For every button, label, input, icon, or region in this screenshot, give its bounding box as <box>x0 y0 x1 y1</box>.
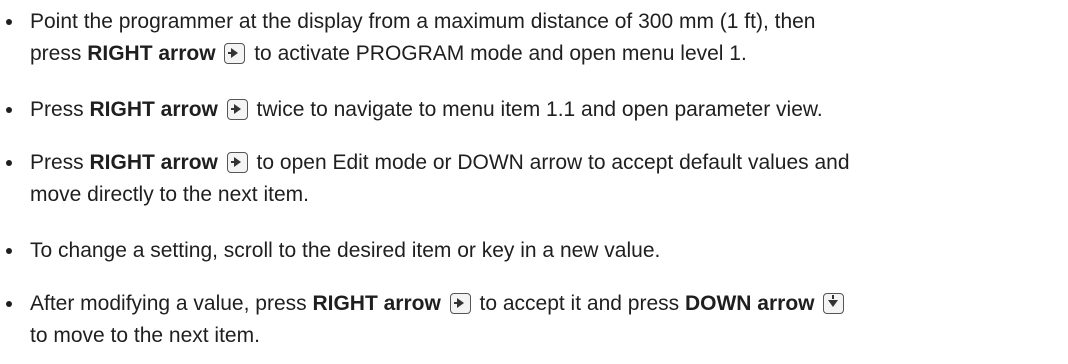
list-item-text: Point the programmer at the display from… <box>30 10 816 65</box>
bullet-icon <box>6 160 12 166</box>
right-arrow-key-icon <box>224 43 246 64</box>
bullet-icon <box>6 301 12 307</box>
list-item-text: Press RIGHT arrow twice to navigate to m… <box>30 98 823 121</box>
list-item-text: Press RIGHT arrow to open Edit mode or D… <box>30 151 850 206</box>
instruction-document: Point the programmer at the display from… <box>0 0 1068 364</box>
list-item-text: To change a setting, scroll to the desir… <box>30 239 661 262</box>
bullet-icon <box>6 107 12 113</box>
bullet-icon <box>6 248 12 254</box>
right-arrow-key-icon <box>226 152 248 173</box>
down-arrow-key-icon <box>823 293 845 314</box>
list-item-text: After modifying a value, press RIGHT arr… <box>30 288 1068 352</box>
right-arrow-key-icon <box>226 99 248 120</box>
right-arrow-key-icon <box>449 293 471 314</box>
bullet-icon <box>6 19 12 25</box>
